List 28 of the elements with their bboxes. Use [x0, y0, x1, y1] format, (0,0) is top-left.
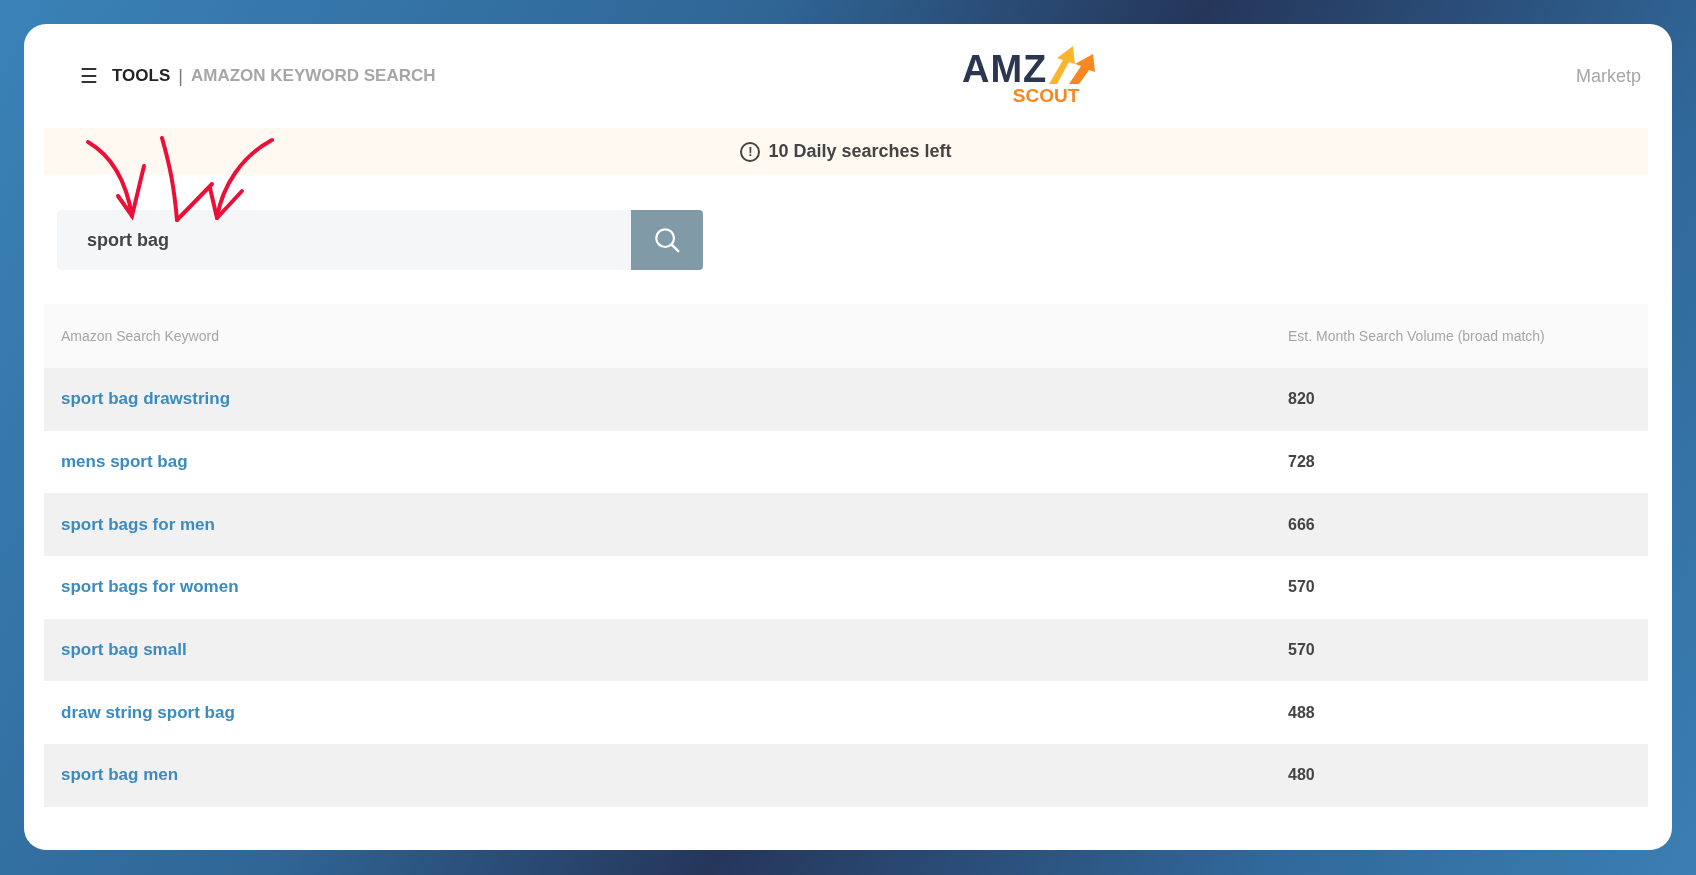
logo-subtext: SCOUT [1012, 86, 1080, 106]
logo-text: AMZ [962, 52, 1048, 86]
volume-cell-text: 820 [1288, 390, 1316, 409]
column-header: Est. Month Search Volume (broad match) [1288, 328, 1546, 344]
breadcrumb-section[interactable]: TOOLS [112, 66, 171, 86]
keyword-link[interactable]: sport bag drawstring [44, 389, 1288, 410]
column-header: Amazon Search Keyword [60, 328, 220, 344]
breadcrumb-page: AMAZON KEYWORD SEARCH [190, 66, 436, 86]
keyword-link[interactable]: sport bags for men [44, 514, 1288, 535]
marketplace-label[interactable]: Marketp [1576, 65, 1642, 87]
volume-cell-text: 480 [1288, 766, 1316, 785]
search-field[interactable]: sport bag [57, 210, 631, 270]
volume-cell-text: 728 [1288, 453, 1316, 472]
notice-text: 10 Daily searches left [768, 141, 952, 162]
search-button[interactable] [631, 210, 703, 270]
volume-cell-text: 666 [1288, 515, 1316, 534]
search-icon [653, 226, 681, 254]
keyword-link[interactable]: sport bag small [44, 640, 1288, 661]
volume-cell-text: 488 [1288, 703, 1316, 722]
keyword-link[interactable]: sport bag men [44, 765, 1288, 786]
alert-icon: ! [740, 141, 761, 162]
keyword-link[interactable]: mens sport bag [44, 452, 1288, 473]
volume-cell-text: 570 [1288, 641, 1316, 660]
volume-cell-text: 570 [1288, 578, 1316, 597]
keyword-link[interactable]: sport bags for women [44, 577, 1288, 598]
menu-icon[interactable]: ☰ [80, 64, 98, 88]
keyword-link[interactable]: draw string sport bag [44, 702, 1288, 723]
breadcrumb-separator: | [178, 65, 183, 87]
